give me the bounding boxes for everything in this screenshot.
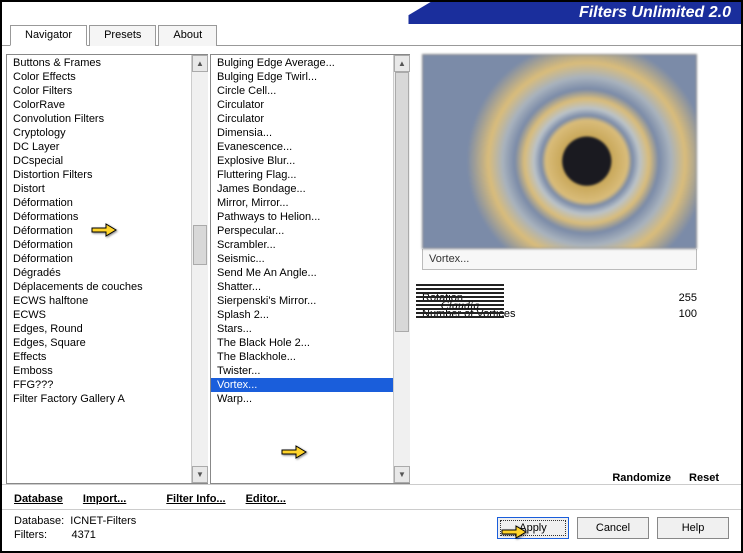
scroll-down-icon[interactable]: ▼ bbox=[394, 466, 410, 483]
reset-button[interactable]: Reset bbox=[689, 472, 719, 484]
randomize-button[interactable]: Randomize bbox=[612, 472, 671, 484]
list-item[interactable]: Circle Cell... bbox=[211, 84, 410, 98]
list-item[interactable]: Sierpenski's Mirror... bbox=[211, 294, 410, 308]
scroll-thumb[interactable] bbox=[193, 225, 207, 265]
list-item[interactable]: Color Effects bbox=[7, 70, 208, 84]
list-item[interactable]: Distort bbox=[7, 182, 208, 196]
list-item[interactable]: Bulging Edge Average... bbox=[211, 56, 410, 70]
list-item[interactable]: Déformations bbox=[7, 210, 208, 224]
list-item[interactable]: Perspecular... bbox=[211, 224, 410, 238]
list-item[interactable]: ECWS bbox=[7, 308, 208, 322]
scroll-up-icon[interactable]: ▲ bbox=[394, 55, 410, 72]
list-item[interactable]: Stars... bbox=[211, 322, 410, 336]
list-item[interactable]: Cryptology bbox=[7, 126, 208, 140]
tab-about[interactable]: About bbox=[158, 25, 217, 46]
list-item[interactable]: Déformation bbox=[7, 238, 208, 252]
scroll-thumb[interactable] bbox=[395, 72, 409, 332]
filter-info-button[interactable]: Filter Info... bbox=[166, 493, 225, 505]
list-item[interactable]: Circulator bbox=[211, 112, 410, 126]
param-value: 255 bbox=[679, 292, 697, 304]
app-title: Filters Unlimited 2.0 bbox=[579, 4, 731, 22]
list-item[interactable]: Splash 2... bbox=[211, 308, 410, 322]
database-button[interactable]: Database bbox=[14, 493, 63, 505]
list-item[interactable]: Déformation bbox=[7, 196, 208, 210]
import-button[interactable]: Import... bbox=[83, 493, 126, 505]
list-item[interactable]: Circulator bbox=[211, 98, 410, 112]
list-item[interactable]: Edges, Square bbox=[7, 336, 208, 350]
list-item[interactable]: Emboss bbox=[7, 364, 208, 378]
filter-listbox[interactable]: Bulging Edge Average...Bulging Edge Twir… bbox=[210, 54, 410, 484]
list-item[interactable]: Déformation bbox=[7, 224, 208, 238]
list-item[interactable]: The Blackhole... bbox=[211, 350, 410, 364]
list-item[interactable]: Edges, Round bbox=[7, 322, 208, 336]
list-item[interactable]: Distortion Filters bbox=[7, 168, 208, 182]
list-item[interactable]: Convolution Filters bbox=[7, 112, 208, 126]
list-item[interactable]: Filter Factory Gallery A bbox=[7, 392, 208, 406]
help-button[interactable]: Help bbox=[657, 517, 729, 539]
list-item[interactable]: Evanescence... bbox=[211, 140, 410, 154]
list-item[interactable]: Buttons & Frames bbox=[7, 56, 208, 70]
category-scrollbar[interactable]: ▲ ▼ bbox=[191, 55, 208, 483]
list-item[interactable]: Mirror, Mirror... bbox=[211, 196, 410, 210]
list-item[interactable]: Explosive Blur... bbox=[211, 154, 410, 168]
list-item[interactable]: Bulging Edge Twirl... bbox=[211, 70, 410, 84]
list-item[interactable]: FFG??? bbox=[7, 378, 208, 392]
preview-image bbox=[422, 54, 697, 249]
list-item[interactable]: The Black Hole 2... bbox=[211, 336, 410, 350]
param-label: Number of Vortices bbox=[422, 308, 516, 320]
list-item[interactable]: Send Me An Angle... bbox=[211, 266, 410, 280]
list-item[interactable]: Dégradés bbox=[7, 266, 208, 280]
apply-button[interactable]: Apply bbox=[497, 517, 569, 539]
tab-navigator[interactable]: Navigator bbox=[10, 25, 87, 46]
tab-strip: Navigator Presets About bbox=[2, 24, 741, 46]
param-value: 100 bbox=[679, 308, 697, 320]
toolbar: Database Import... Filter Info... Editor… bbox=[2, 484, 741, 509]
list-item[interactable]: Vortex... bbox=[211, 378, 410, 392]
list-item[interactable]: DC Layer bbox=[7, 140, 208, 154]
editor-button[interactable]: Editor... bbox=[246, 493, 286, 505]
list-item[interactable]: Shatter... bbox=[211, 280, 410, 294]
list-item[interactable]: James Bondage... bbox=[211, 182, 410, 196]
list-item[interactable]: Dimensia... bbox=[211, 126, 410, 140]
list-item[interactable]: Seismic... bbox=[211, 252, 410, 266]
list-item[interactable]: ColorRave bbox=[7, 98, 208, 112]
scroll-up-icon[interactable]: ▲ bbox=[192, 55, 208, 72]
param-label: Rotation bbox=[422, 292, 463, 304]
parameters-panel: Rotation 255 Number of Vortices 100 bbox=[422, 290, 697, 322]
filter-scrollbar[interactable]: ▲ ▼ bbox=[393, 55, 410, 483]
selected-filter-name: Vortex... bbox=[422, 249, 697, 270]
footer: Database: ICNET-Filters Filters: 4371 Ap… bbox=[2, 509, 741, 546]
scroll-down-icon[interactable]: ▼ bbox=[192, 466, 208, 483]
list-item[interactable]: Twister... bbox=[211, 364, 410, 378]
list-item[interactable]: Color Filters bbox=[7, 84, 208, 98]
tab-presets[interactable]: Presets bbox=[89, 25, 156, 46]
param-row: Number of Vortices 100 bbox=[422, 306, 697, 322]
status-bar: Database: ICNET-Filters Filters: 4371 bbox=[14, 514, 136, 542]
list-item[interactable]: Effects bbox=[7, 350, 208, 364]
list-item[interactable]: DCspecial bbox=[7, 154, 208, 168]
list-item[interactable]: Pathways to Helion... bbox=[211, 210, 410, 224]
list-item[interactable]: Déformation bbox=[7, 252, 208, 266]
category-listbox[interactable]: Buttons & FramesColor EffectsColor Filte… bbox=[6, 54, 208, 484]
title-bar: Filters Unlimited 2.0 bbox=[2, 2, 741, 24]
list-item[interactable]: ECWS halftone bbox=[7, 294, 208, 308]
list-item[interactable]: Fluttering Flag... bbox=[211, 168, 410, 182]
param-row: Rotation 255 bbox=[422, 290, 697, 306]
list-item[interactable]: Warp... bbox=[211, 392, 410, 406]
cancel-button[interactable]: Cancel bbox=[577, 517, 649, 539]
list-item[interactable]: Déplacements de couches bbox=[7, 280, 208, 294]
list-item[interactable]: Scrambler... bbox=[211, 238, 410, 252]
